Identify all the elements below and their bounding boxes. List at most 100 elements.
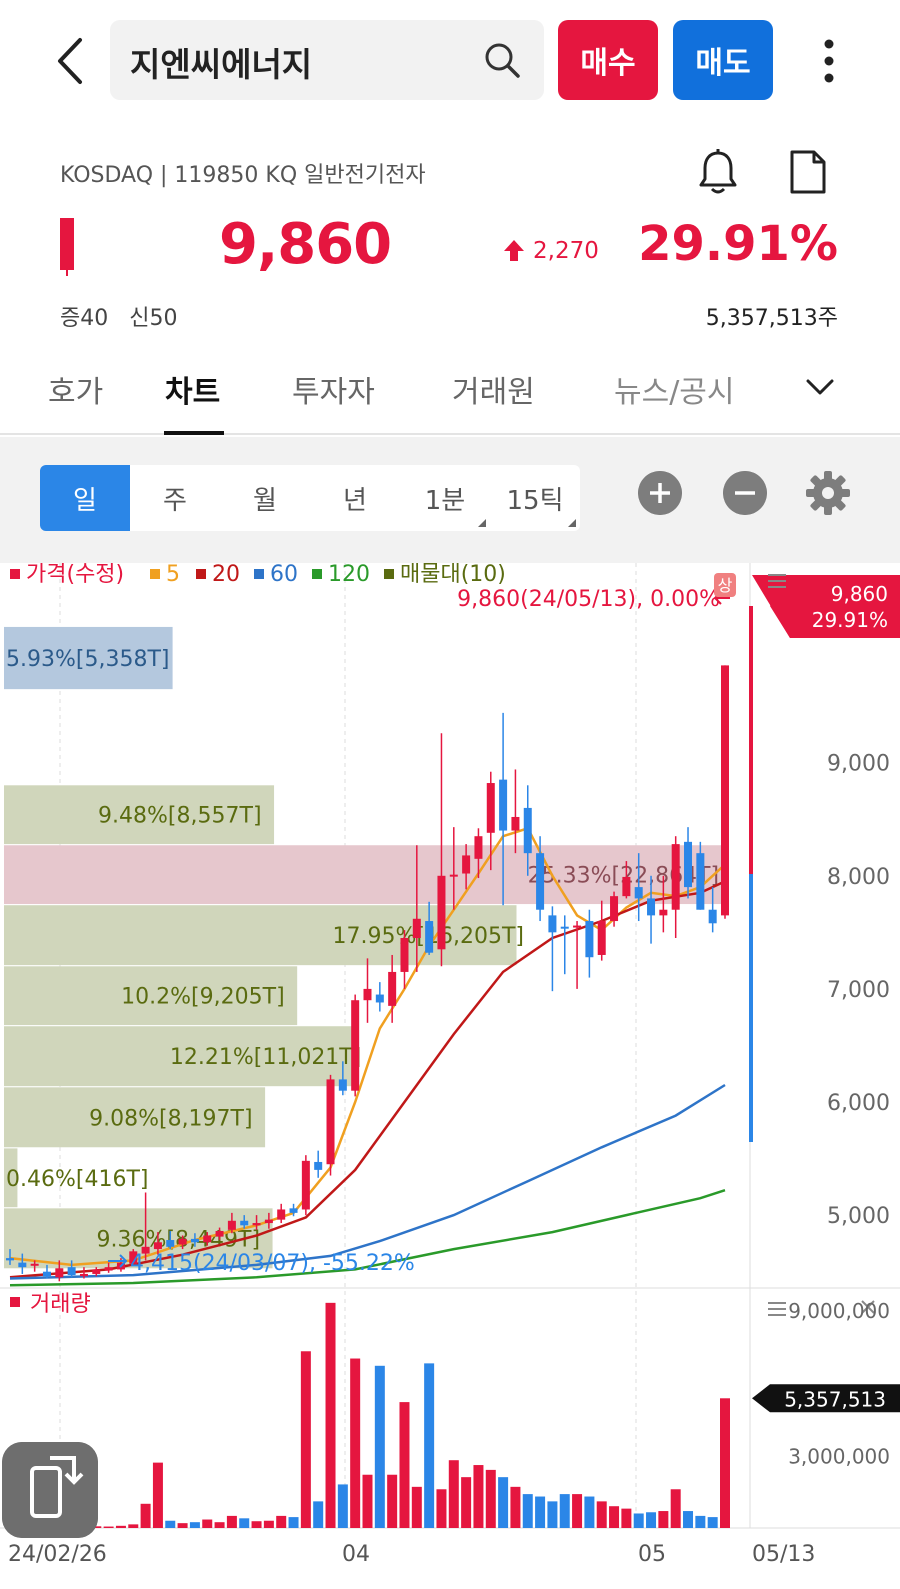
- candle-body: [536, 853, 545, 910]
- candle-body: [708, 909, 717, 924]
- document-icon[interactable]: [788, 148, 828, 196]
- volume-bar: [485, 1469, 496, 1528]
- bell-icon[interactable]: [696, 148, 740, 196]
- back-arrow-icon[interactable]: [50, 36, 94, 86]
- volume-bar: [337, 1484, 348, 1528]
- candle-body: [425, 921, 434, 953]
- candle-body: [203, 1235, 212, 1243]
- y-tick-label: 7,000: [827, 978, 890, 1003]
- volume-bar: [202, 1519, 213, 1528]
- zoom-in-icon[interactable]: [638, 471, 682, 515]
- tab-quote[interactable]: 호가: [48, 367, 103, 411]
- candle-body: [314, 1161, 323, 1170]
- y-tick-label: 6,000: [827, 1091, 890, 1116]
- candle-body: [437, 875, 446, 950]
- candle-body: [610, 896, 619, 922]
- chevron-down-icon[interactable]: [804, 371, 836, 403]
- price-chart[interactable]: 5.93%[5,358T]9.48%[8,557T]25.33%[22,864T…: [0, 563, 900, 1589]
- volume-profile-label: 9.08%[8,197T]: [89, 1106, 252, 1131]
- period-minute[interactable]: 1분: [400, 465, 490, 531]
- volume-title: 거래량: [30, 1292, 91, 1317]
- period-month[interactable]: 월: [220, 465, 310, 531]
- candle-body: [511, 816, 520, 831]
- legend-swatch: [384, 569, 394, 579]
- volume-bar: [350, 1358, 361, 1528]
- buy-button[interactable]: 매수: [558, 20, 658, 100]
- candle-body: [351, 1000, 360, 1091]
- volume-profile-label: 9.48%[8,557T]: [98, 804, 261, 829]
- search-icon[interactable]: [482, 40, 522, 80]
- candle-body: [412, 918, 421, 938]
- candle-body: [30, 1263, 39, 1266]
- volume-bar: [226, 1515, 237, 1528]
- stock-search-box[interactable]: 지엔씨에너지: [110, 20, 544, 100]
- more-options-icon[interactable]: [814, 36, 844, 86]
- gear-icon[interactable]: [804, 469, 852, 517]
- volume-legend-swatch: [10, 1297, 20, 1307]
- period-day[interactable]: 일: [40, 465, 130, 531]
- candle-body: [499, 779, 508, 831]
- header-bar: 지엔씨에너지 매수 매도: [0, 0, 900, 120]
- mini-candle-icon: [60, 218, 74, 276]
- price-change: 2,270: [503, 238, 599, 264]
- candle-body: [449, 874, 458, 877]
- chart-toolbar: 일 주 월 년 1분 15틱: [0, 437, 900, 563]
- zoom-out-icon[interactable]: [723, 471, 767, 515]
- candle-body: [622, 876, 631, 897]
- candle-body: [338, 1079, 347, 1091]
- candle-body: [252, 1223, 261, 1226]
- tab-news[interactable]: 뉴스/공시: [614, 367, 735, 411]
- legend-label: 60: [270, 563, 298, 587]
- volume-profile-label: 0.46%[416T]: [6, 1167, 148, 1192]
- sell-button[interactable]: 매도: [673, 20, 773, 100]
- candle-body: [659, 909, 668, 916]
- legend-label: 20: [212, 563, 240, 587]
- period-year[interactable]: 년: [310, 465, 400, 531]
- tab-chart[interactable]: 차트: [165, 367, 220, 411]
- candle-body: [289, 1208, 298, 1213]
- volume-bar: [189, 1522, 200, 1528]
- candle-body: [104, 1267, 113, 1271]
- volume-bar: [720, 1398, 730, 1528]
- candle-body: [388, 971, 397, 1006]
- volume-bar: [263, 1520, 274, 1528]
- tab-broker[interactable]: 거래원: [452, 367, 535, 411]
- legend-swatch: [10, 569, 20, 579]
- y-tick-label: 8,000: [827, 865, 890, 890]
- candle-body: [474, 836, 483, 859]
- credit-info: 증40 신50: [60, 306, 178, 331]
- volume-bar: [411, 1486, 422, 1528]
- x-axis-label: 05/13: [752, 1542, 815, 1567]
- detail-tabs: 호가 차트 투자자 거래원 뉴스/공시: [0, 355, 900, 435]
- volume-bar: [572, 1494, 583, 1528]
- candle-body: [240, 1220, 249, 1226]
- candle-body: [326, 1079, 335, 1165]
- volume-bar: [498, 1477, 509, 1528]
- candle-body: [486, 783, 495, 833]
- volume-bar: [313, 1501, 324, 1528]
- volume-bar: [140, 1503, 151, 1528]
- current-price-tag-price: 9,860: [831, 582, 888, 606]
- volume-bar: [547, 1501, 558, 1528]
- dropdown-corner-icon: [478, 519, 486, 527]
- candle-body: [560, 926, 569, 929]
- volume-bar: [621, 1508, 632, 1528]
- rotate-screen-icon[interactable]: [2, 1442, 98, 1538]
- candle-body: [523, 807, 532, 854]
- candle-body: [671, 844, 680, 910]
- volume-bar: [436, 1489, 447, 1528]
- candle-body: [684, 841, 693, 888]
- candle-body: [585, 921, 594, 958]
- tab-investor[interactable]: 투자자: [292, 367, 375, 411]
- volume-bar: [152, 1462, 163, 1528]
- trade-volume: 5,357,513주: [705, 306, 838, 331]
- volume-bar: [251, 1521, 262, 1528]
- period-tick[interactable]: 15틱: [490, 465, 580, 531]
- last-price-annotation: 9,860(24/05/13), 0.00%: [457, 587, 720, 612]
- volume-bar: [695, 1515, 706, 1528]
- candle-body: [548, 915, 557, 933]
- period-week[interactable]: 주: [130, 465, 220, 531]
- dropdown-corner-icon: [568, 519, 576, 527]
- volume-profile-label: 10.2%[9,205T]: [121, 985, 284, 1010]
- volume-bar: [461, 1477, 472, 1528]
